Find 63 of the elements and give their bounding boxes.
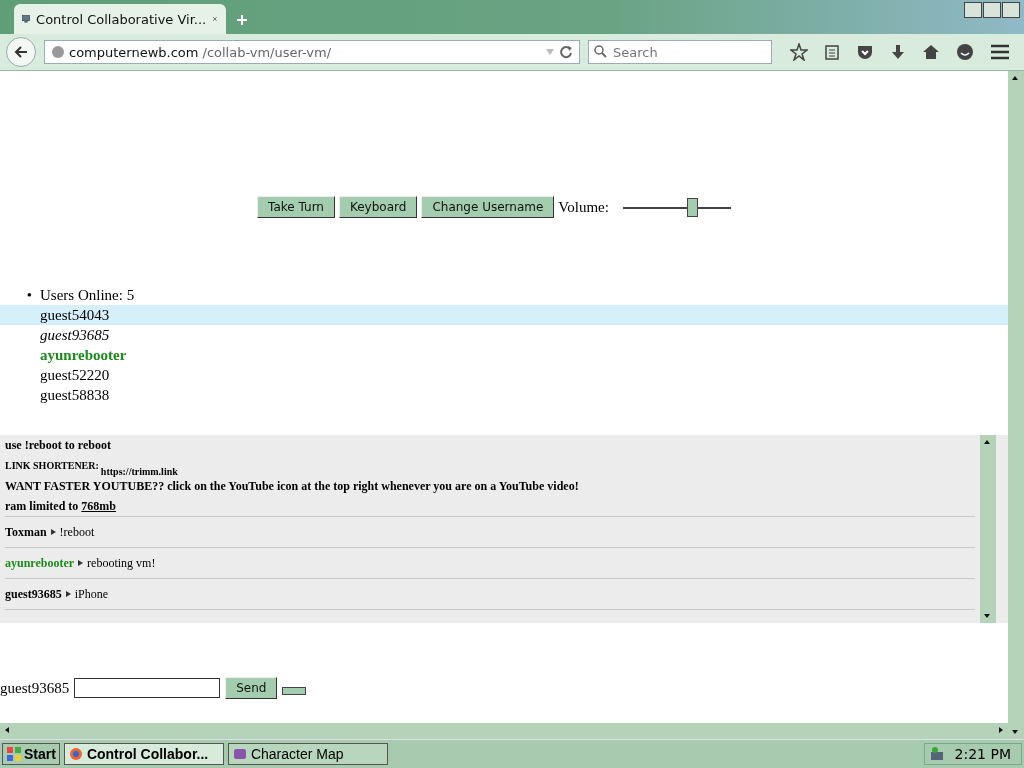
chat-message: !reboot (59, 524, 95, 540)
user-list-item[interactable]: guest52220 (0, 365, 1008, 385)
close-button[interactable] (1002, 2, 1020, 18)
chat-username: guest93685 (5, 586, 62, 602)
smiley-icon[interactable] (956, 43, 974, 61)
triangle-icon (78, 560, 84, 566)
back-arrow-icon (14, 45, 28, 59)
download-icon[interactable] (890, 44, 906, 60)
triangle-icon (50, 529, 56, 535)
notice-label: LINK SHORTENER: (5, 460, 99, 471)
small-button[interactable] (282, 687, 307, 695)
shortener-link[interactable]: https://trimm.link (100, 466, 178, 477)
chat-message: iPhone (74, 586, 108, 602)
browser-tab[interactable]: Control Collaborative Vir... (14, 4, 226, 34)
user-list-item[interactable]: guest58838 (0, 385, 1008, 405)
user-list-item[interactable]: guest54043 (0, 305, 1008, 325)
chat-scrollbar[interactable] (980, 435, 996, 623)
pocket-icon[interactable] (856, 44, 874, 60)
bullet-mark: • (26, 287, 32, 303)
clock: 2:21 PM (954, 746, 1011, 762)
volume-label: Volume: (558, 198, 609, 216)
toolbar-button[interactable]: Keyboard (338, 196, 418, 218)
taskbar-button[interactable]: Control Collabor... (63, 743, 224, 765)
home-icon[interactable] (922, 44, 940, 60)
url-path: /collab-vm/user-vm/ (202, 44, 333, 60)
close-icon[interactable] (212, 14, 218, 24)
menu-icon[interactable] (990, 44, 1010, 60)
username-label: guest93685 (0, 679, 70, 697)
chat-notice: WANT FASTER YOUTUBE?? click on the YouTube icon at the top right whenever you are on a YouTube video! (5, 478, 580, 495)
search-field[interactable]: Search (588, 40, 772, 64)
globe-icon (68, 747, 83, 761)
windows-logo-icon (6, 746, 22, 762)
network-icon[interactable] (928, 746, 945, 762)
minimize-button[interactable] (964, 2, 982, 18)
globe-icon (51, 45, 65, 59)
url-domain: computernewb.com (69, 44, 199, 60)
chat-input-field[interactable] (74, 678, 221, 698)
chat-notice: use !reboot to reboot (5, 437, 112, 454)
vertical-scrollbar[interactable] (1008, 71, 1024, 739)
start-button[interactable]: Start (2, 743, 60, 765)
restore-button[interactable] (983, 2, 1001, 18)
chat-message: rebooting vm! (87, 555, 156, 571)
horizontal-scrollbar[interactable] (0, 723, 1008, 739)
back-button[interactable] (6, 37, 36, 67)
toolbar-button[interactable]: Take Turn (257, 196, 335, 218)
toolbar-button[interactable]: Change Username (421, 196, 555, 218)
volume-slider-thumb[interactable] (687, 197, 698, 217)
users-online-count: Users Online: 5 (40, 286, 135, 305)
reload-icon[interactable] (559, 45, 573, 59)
list-icon[interactable] (824, 44, 840, 60)
star-icon[interactable] (790, 43, 808, 61)
triangle-icon (65, 591, 71, 597)
address-bar[interactable]: computernewb.com /collab-vm/user-vm/ (44, 40, 580, 64)
user-list-item[interactable]: ayunrebooter (0, 345, 1008, 365)
send-button[interactable]: Send (225, 677, 278, 699)
chat-username: Toxman (5, 524, 47, 540)
application-icon (232, 747, 247, 761)
chat-username: ayunrebooter (5, 555, 75, 571)
plus-icon[interactable] (236, 14, 248, 26)
chat-notice: ram limited to (5, 499, 79, 513)
ram-link[interactable]: 768mb (81, 499, 116, 513)
user-list-item[interactable]: guest93685 (0, 325, 1008, 345)
taskbar-button[interactable]: Character Map (227, 743, 388, 765)
